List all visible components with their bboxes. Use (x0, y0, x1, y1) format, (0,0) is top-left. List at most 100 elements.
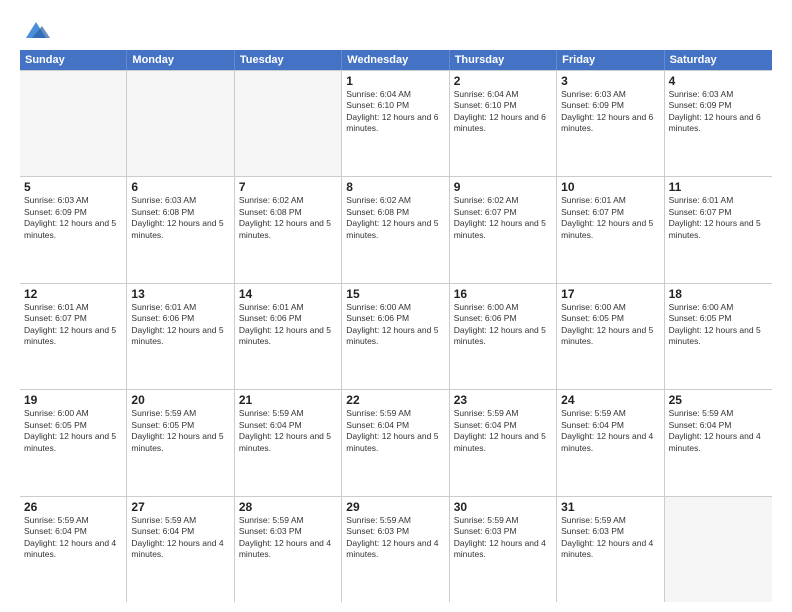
calendar-cell: 1Sunrise: 6:04 AM Sunset: 6:10 PM Daylig… (342, 71, 449, 176)
calendar-cell (127, 71, 234, 176)
day-info: Sunrise: 5:59 AM Sunset: 6:03 PM Dayligh… (239, 515, 337, 561)
day-number: 31 (561, 500, 659, 514)
calendar-cell: 29Sunrise: 5:59 AM Sunset: 6:03 PM Dayli… (342, 497, 449, 602)
calendar-cell: 10Sunrise: 6:01 AM Sunset: 6:07 PM Dayli… (557, 177, 664, 282)
weekday-header-saturday: Saturday (665, 50, 772, 70)
day-number: 22 (346, 393, 444, 407)
day-number: 7 (239, 180, 337, 194)
calendar-cell: 8Sunrise: 6:02 AM Sunset: 6:08 PM Daylig… (342, 177, 449, 282)
calendar-cell: 11Sunrise: 6:01 AM Sunset: 6:07 PM Dayli… (665, 177, 772, 282)
day-info: Sunrise: 6:03 AM Sunset: 6:09 PM Dayligh… (24, 195, 122, 241)
day-number: 12 (24, 287, 122, 301)
day-number: 28 (239, 500, 337, 514)
logo-icon (22, 18, 50, 40)
day-number: 27 (131, 500, 229, 514)
calendar-cell: 17Sunrise: 6:00 AM Sunset: 6:05 PM Dayli… (557, 284, 664, 389)
calendar-cell: 2Sunrise: 6:04 AM Sunset: 6:10 PM Daylig… (450, 71, 557, 176)
day-info: Sunrise: 6:02 AM Sunset: 6:08 PM Dayligh… (346, 195, 444, 241)
day-info: Sunrise: 6:00 AM Sunset: 6:05 PM Dayligh… (24, 408, 122, 454)
day-info: Sunrise: 6:01 AM Sunset: 6:06 PM Dayligh… (131, 302, 229, 348)
calendar-cell: 27Sunrise: 5:59 AM Sunset: 6:04 PM Dayli… (127, 497, 234, 602)
day-info: Sunrise: 6:03 AM Sunset: 6:08 PM Dayligh… (131, 195, 229, 241)
calendar-cell: 30Sunrise: 5:59 AM Sunset: 6:03 PM Dayli… (450, 497, 557, 602)
calendar-row-2: 12Sunrise: 6:01 AM Sunset: 6:07 PM Dayli… (20, 284, 772, 390)
day-number: 13 (131, 287, 229, 301)
calendar-cell: 18Sunrise: 6:00 AM Sunset: 6:05 PM Dayli… (665, 284, 772, 389)
calendar: SundayMondayTuesdayWednesdayThursdayFrid… (20, 50, 772, 602)
day-info: Sunrise: 5:59 AM Sunset: 6:04 PM Dayligh… (454, 408, 552, 454)
day-info: Sunrise: 5:59 AM Sunset: 6:03 PM Dayligh… (561, 515, 659, 561)
day-number: 23 (454, 393, 552, 407)
day-info: Sunrise: 6:03 AM Sunset: 6:09 PM Dayligh… (669, 89, 768, 135)
day-number: 18 (669, 287, 768, 301)
day-number: 17 (561, 287, 659, 301)
day-number: 19 (24, 393, 122, 407)
calendar-row-3: 19Sunrise: 6:00 AM Sunset: 6:05 PM Dayli… (20, 390, 772, 496)
calendar-cell: 20Sunrise: 5:59 AM Sunset: 6:05 PM Dayli… (127, 390, 234, 495)
day-number: 16 (454, 287, 552, 301)
calendar-cell: 7Sunrise: 6:02 AM Sunset: 6:08 PM Daylig… (235, 177, 342, 282)
day-info: Sunrise: 6:00 AM Sunset: 6:05 PM Dayligh… (561, 302, 659, 348)
day-info: Sunrise: 5:59 AM Sunset: 6:04 PM Dayligh… (561, 408, 659, 454)
calendar-cell: 25Sunrise: 5:59 AM Sunset: 6:04 PM Dayli… (665, 390, 772, 495)
calendar-header: SundayMondayTuesdayWednesdayThursdayFrid… (20, 50, 772, 70)
day-number: 1 (346, 74, 444, 88)
day-number: 29 (346, 500, 444, 514)
calendar-cell: 5Sunrise: 6:03 AM Sunset: 6:09 PM Daylig… (20, 177, 127, 282)
calendar-cell: 31Sunrise: 5:59 AM Sunset: 6:03 PM Dayli… (557, 497, 664, 602)
day-number: 20 (131, 393, 229, 407)
day-number: 15 (346, 287, 444, 301)
day-number: 10 (561, 180, 659, 194)
day-number: 21 (239, 393, 337, 407)
day-info: Sunrise: 6:03 AM Sunset: 6:09 PM Dayligh… (561, 89, 659, 135)
day-info: Sunrise: 6:02 AM Sunset: 6:07 PM Dayligh… (454, 195, 552, 241)
calendar-cell: 13Sunrise: 6:01 AM Sunset: 6:06 PM Dayli… (127, 284, 234, 389)
page-header (20, 18, 772, 40)
day-info: Sunrise: 5:59 AM Sunset: 6:05 PM Dayligh… (131, 408, 229, 454)
calendar-cell: 15Sunrise: 6:00 AM Sunset: 6:06 PM Dayli… (342, 284, 449, 389)
calendar-cell: 14Sunrise: 6:01 AM Sunset: 6:06 PM Dayli… (235, 284, 342, 389)
day-number: 9 (454, 180, 552, 194)
day-number: 25 (669, 393, 768, 407)
day-info: Sunrise: 6:04 AM Sunset: 6:10 PM Dayligh… (346, 89, 444, 135)
calendar-cell: 24Sunrise: 5:59 AM Sunset: 6:04 PM Dayli… (557, 390, 664, 495)
weekday-header-thursday: Thursday (450, 50, 557, 70)
calendar-cell: 19Sunrise: 6:00 AM Sunset: 6:05 PM Dayli… (20, 390, 127, 495)
day-number: 24 (561, 393, 659, 407)
day-info: Sunrise: 6:00 AM Sunset: 6:06 PM Dayligh… (454, 302, 552, 348)
day-info: Sunrise: 6:01 AM Sunset: 6:06 PM Dayligh… (239, 302, 337, 348)
day-number: 4 (669, 74, 768, 88)
calendar-cell: 12Sunrise: 6:01 AM Sunset: 6:07 PM Dayli… (20, 284, 127, 389)
day-info: Sunrise: 6:01 AM Sunset: 6:07 PM Dayligh… (561, 195, 659, 241)
calendar-row-1: 5Sunrise: 6:03 AM Sunset: 6:09 PM Daylig… (20, 177, 772, 283)
weekday-header-friday: Friday (557, 50, 664, 70)
day-info: Sunrise: 5:59 AM Sunset: 6:03 PM Dayligh… (346, 515, 444, 561)
weekday-header-sunday: Sunday (20, 50, 127, 70)
day-info: Sunrise: 6:00 AM Sunset: 6:06 PM Dayligh… (346, 302, 444, 348)
day-info: Sunrise: 5:59 AM Sunset: 6:04 PM Dayligh… (669, 408, 768, 454)
calendar-cell: 6Sunrise: 6:03 AM Sunset: 6:08 PM Daylig… (127, 177, 234, 282)
day-info: Sunrise: 6:01 AM Sunset: 6:07 PM Dayligh… (24, 302, 122, 348)
calendar-cell (235, 71, 342, 176)
calendar-body: 1Sunrise: 6:04 AM Sunset: 6:10 PM Daylig… (20, 70, 772, 602)
day-number: 8 (346, 180, 444, 194)
calendar-cell: 4Sunrise: 6:03 AM Sunset: 6:09 PM Daylig… (665, 71, 772, 176)
calendar-cell: 16Sunrise: 6:00 AM Sunset: 6:06 PM Dayli… (450, 284, 557, 389)
day-info: Sunrise: 5:59 AM Sunset: 6:04 PM Dayligh… (131, 515, 229, 561)
calendar-cell: 21Sunrise: 5:59 AM Sunset: 6:04 PM Dayli… (235, 390, 342, 495)
day-number: 3 (561, 74, 659, 88)
weekday-header-tuesday: Tuesday (235, 50, 342, 70)
day-info: Sunrise: 5:59 AM Sunset: 6:04 PM Dayligh… (24, 515, 122, 561)
calendar-row-0: 1Sunrise: 6:04 AM Sunset: 6:10 PM Daylig… (20, 70, 772, 177)
calendar-page: SundayMondayTuesdayWednesdayThursdayFrid… (0, 0, 792, 612)
calendar-cell: 22Sunrise: 5:59 AM Sunset: 6:04 PM Dayli… (342, 390, 449, 495)
day-info: Sunrise: 6:02 AM Sunset: 6:08 PM Dayligh… (239, 195, 337, 241)
day-info: Sunrise: 5:59 AM Sunset: 6:04 PM Dayligh… (346, 408, 444, 454)
day-number: 11 (669, 180, 768, 194)
day-number: 14 (239, 287, 337, 301)
weekday-header-monday: Monday (127, 50, 234, 70)
day-info: Sunrise: 6:04 AM Sunset: 6:10 PM Dayligh… (454, 89, 552, 135)
weekday-header-wednesday: Wednesday (342, 50, 449, 70)
calendar-cell: 23Sunrise: 5:59 AM Sunset: 6:04 PM Dayli… (450, 390, 557, 495)
day-number: 26 (24, 500, 122, 514)
